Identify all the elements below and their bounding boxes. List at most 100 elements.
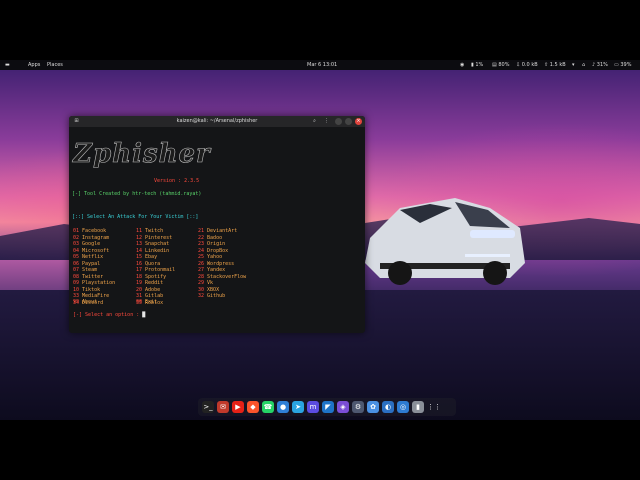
- menu-option-label: Instagram: [79, 234, 110, 241]
- search-icon[interactable]: ⌕: [311, 118, 318, 125]
- volume-indicator[interactable]: ♪ 31%: [592, 62, 608, 68]
- menu-option[interactable]: 32 Github: [198, 293, 225, 299]
- battery-indicator[interactable]: ▭ 39%: [614, 62, 631, 68]
- menu-option[interactable]: 12 Pinterest: [136, 235, 172, 241]
- clock[interactable]: Mar 6 13:01: [307, 62, 337, 68]
- mastodon-icon[interactable]: m: [307, 401, 319, 413]
- whatsapp-icon[interactable]: ☎: [262, 401, 274, 413]
- terminal-icon[interactable]: >_: [202, 401, 214, 413]
- menu-option[interactable]: 08 Twitter: [73, 274, 103, 280]
- terminal-window[interactable]: ⊞ kaizen@kali: ~/Arsenal/zphisher ⌕ ⋮ × …: [69, 116, 365, 333]
- menu-option[interactable]: 10 Tiktok: [73, 287, 100, 293]
- menu-option[interactable]: 18 Spotify: [136, 274, 166, 280]
- vscode-icon[interactable]: ◤: [322, 401, 334, 413]
- menu-option[interactable]: 09 Playstation: [73, 280, 115, 286]
- terminal-title: kaizen@kali: ~/Arsenal/zphisher: [176, 118, 258, 124]
- menu-option-label: Tiktok: [79, 286, 101, 293]
- minimize-icon[interactable]: [335, 118, 342, 125]
- menu-option[interactable]: 05 Netflix: [73, 254, 103, 260]
- chat-icon[interactable]: ●: [277, 401, 289, 413]
- menu-option-label: Yahoo: [204, 254, 223, 260]
- menu-option-label: Twitch: [142, 228, 164, 234]
- menu-option[interactable]: 02 Instagram: [73, 235, 109, 241]
- menu-option-label: Twitter: [79, 273, 104, 280]
- menu-option-label: Paypal: [79, 260, 101, 267]
- wireshark-icon[interactable]: ◐: [382, 401, 394, 413]
- menu-option[interactable]: 25 Yahoo: [198, 254, 222, 260]
- menu-option-label: Netflix: [79, 254, 104, 260]
- menu-option-label: Microsoft: [79, 247, 110, 254]
- telegram-icon[interactable]: ➤: [292, 401, 304, 413]
- menu-bars-icon[interactable]: ▬: [5, 62, 10, 68]
- menu-option[interactable]: 17 Protonmail: [136, 267, 175, 273]
- menu-option-label: Quora: [142, 260, 161, 267]
- menu-option[interactable]: 04 Microsoft: [73, 248, 109, 254]
- menu-option[interactable]: 14 Linkedin: [136, 248, 169, 254]
- settings-icon[interactable]: ⚙: [352, 401, 364, 413]
- menu-option[interactable]: 03 Google: [73, 241, 100, 247]
- menu-option[interactable]: 16 Quora: [136, 261, 160, 267]
- apps-grid-icon[interactable]: ⋮⋮: [427, 401, 441, 413]
- menu-option[interactable]: 13 Snapchat: [136, 241, 169, 247]
- top-panel: ▬ Apps Places Mar 6 13:01 ◉ ▮ 1% ▤ 80% ⇩…: [0, 60, 640, 70]
- credit-text: [-] Tool Created by htr-tech (tahmid.ray…: [72, 191, 202, 197]
- menu-option[interactable]: 22 Badoo: [198, 235, 222, 241]
- select-prompt-line: [::] Select An Attack For Your Victim [:…: [72, 214, 198, 220]
- menu-option-label: StackoverFlow: [204, 273, 247, 280]
- menu-option[interactable]: 26 Wordpress: [198, 261, 234, 267]
- menu-option-label: Protonmail: [142, 267, 176, 273]
- lock-icon[interactable]: ⌂: [582, 62, 585, 68]
- option-prompt-line[interactable]: [-] Select an option : █: [73, 312, 145, 318]
- menu-option[interactable]: 15 Ebay: [136, 254, 157, 260]
- memory-value: 80%: [498, 62, 510, 68]
- zphisher-logo: Zphisher: [73, 139, 211, 170]
- menu-option[interactable]: 21 DeviantArt: [198, 228, 237, 234]
- menu-option[interactable]: 19 Reddit: [136, 280, 163, 286]
- menu-option[interactable]: 11 Twitch: [136, 228, 163, 234]
- option-prompt: [-] Select an option :: [73, 312, 143, 318]
- menu-option-label: Origin: [204, 241, 226, 247]
- brave-icon[interactable]: ◆: [247, 401, 259, 413]
- menu-option-label: XBOX: [204, 286, 220, 293]
- menu-option-label: Spotify: [142, 273, 167, 280]
- menu-option[interactable]: 23 Origin: [198, 241, 225, 247]
- menu-option[interactable]: 24 DropBox: [198, 248, 228, 254]
- exit-option[interactable]: 00 Exit: [136, 299, 157, 305]
- menu-icon[interactable]: ⋮: [323, 118, 330, 125]
- menu-option-label: Yandex: [204, 267, 226, 273]
- menu-option-label: Adobe: [142, 286, 161, 293]
- close-icon[interactable]: ×: [355, 118, 362, 125]
- menu-option[interactable]: 07 Steam: [73, 267, 97, 273]
- menu-option-label: Github: [204, 293, 226, 299]
- menu-option[interactable]: 20 Adobe: [136, 287, 160, 293]
- menu-option-label: Badoo: [204, 234, 223, 241]
- wifi-icon[interactable]: ▾: [572, 62, 575, 68]
- menu-option[interactable]: 29 Vk: [198, 280, 213, 286]
- obsidian-icon[interactable]: ◈: [337, 401, 349, 413]
- browser-icon[interactable]: ◎: [397, 401, 409, 413]
- trash-icon[interactable]: ▮: [412, 401, 424, 413]
- menu-option-label: Playstation: [79, 280, 116, 286]
- menu-option[interactable]: 27 Yandex: [198, 267, 225, 273]
- indicator-icon[interactable]: ◉: [460, 62, 464, 68]
- menu-option-label: Vk: [204, 280, 214, 286]
- terminal-titlebar[interactable]: ⊞ kaizen@kali: ~/Arsenal/zphisher ⌕ ⋮ ×: [69, 116, 365, 127]
- car-image: [365, 198, 525, 285]
- apps-menu[interactable]: Apps: [28, 62, 40, 68]
- network-icon[interactable]: ✿: [367, 401, 379, 413]
- mail-icon[interactable]: ✉: [217, 401, 229, 413]
- maximize-icon[interactable]: [345, 118, 352, 125]
- menu-option[interactable]: 28 StackoverFlow: [198, 274, 246, 280]
- about-option[interactable]: 99 About: [73, 299, 97, 305]
- menu-option[interactable]: 01 Facebook: [73, 228, 106, 234]
- menu-option-label: Wordpress: [204, 260, 235, 267]
- menu-option-label: Snapchat: [142, 241, 170, 247]
- menu-option-label: Pinterest: [142, 234, 173, 241]
- menu-option-label: Linkedin: [142, 247, 170, 254]
- places-menu[interactable]: Places: [47, 62, 63, 68]
- menu-option[interactable]: 30 XBOX: [198, 287, 219, 293]
- youtube-icon[interactable]: ▶: [232, 401, 244, 413]
- menu-option[interactable]: 06 Paypal: [73, 261, 100, 267]
- cursor: █: [142, 312, 146, 318]
- version-text: Version : 2.3.5: [154, 178, 200, 184]
